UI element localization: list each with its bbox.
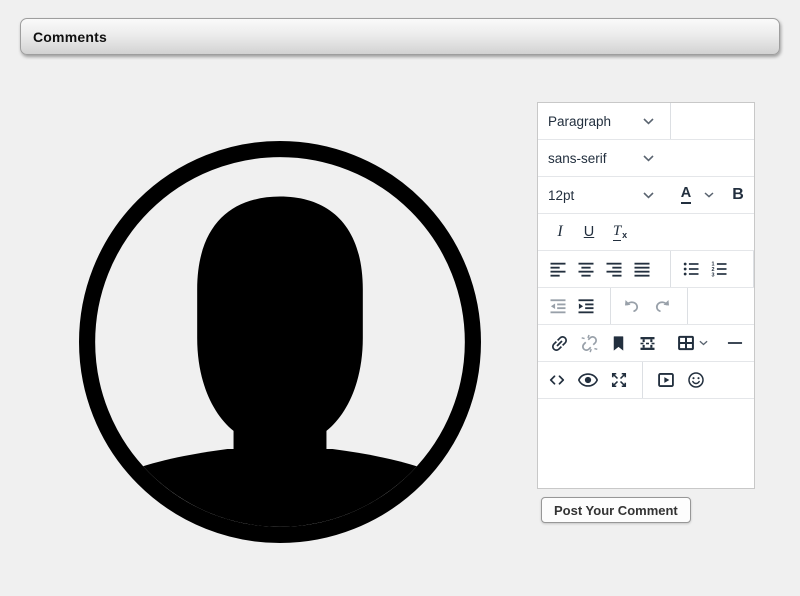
numbered-list-icon: 123	[709, 259, 729, 279]
numbered-list-button[interactable]: 123	[705, 252, 733, 286]
redo-icon	[652, 296, 672, 316]
media-icon	[656, 370, 676, 390]
unlink-icon	[579, 333, 600, 354]
toolbar-divider	[753, 251, 754, 287]
size-select-value: 12pt	[548, 188, 574, 203]
comments-header: Comments	[20, 18, 780, 55]
code-icon	[547, 370, 567, 390]
italic-label: I	[557, 223, 562, 241]
format-select[interactable]: Paragraph	[538, 104, 664, 138]
clear-formatting-sub-label: x	[622, 230, 627, 240]
svg-text:3: 3	[712, 273, 715, 279]
align-left-button[interactable]	[544, 252, 572, 286]
indent-icon	[576, 296, 596, 316]
user-avatar-icon	[78, 140, 482, 544]
toolbar-divider	[642, 362, 643, 398]
chevron-down-icon	[699, 340, 708, 346]
undo-button[interactable]	[617, 289, 647, 323]
font-select-value: sans-serif	[548, 151, 607, 166]
align-left-icon	[548, 259, 568, 279]
undo-icon	[622, 296, 642, 316]
toolbar-row-indent	[538, 288, 754, 325]
link-button[interactable]	[544, 326, 574, 360]
toolbar-row-font: sans-serif	[538, 140, 754, 177]
align-center-button[interactable]	[572, 252, 600, 286]
bold-label: B	[732, 186, 744, 204]
toolbar-row-size: 12pt A B	[538, 177, 754, 214]
user-avatar	[78, 140, 482, 544]
chevron-down-icon	[643, 192, 654, 199]
bullet-list-icon	[681, 259, 701, 279]
page-title: Comments	[33, 29, 107, 45]
page-break-button[interactable]	[632, 326, 662, 360]
chevron-down-icon	[643, 155, 654, 162]
forecolor-label: A	[681, 186, 691, 204]
toolbar-row-insert	[538, 325, 754, 362]
fullscreen-button[interactable]	[604, 363, 634, 397]
bookmark-button[interactable]	[604, 326, 632, 360]
emoji-button[interactable]	[681, 363, 711, 397]
format-select-value: Paragraph	[548, 114, 611, 129]
chevron-down-icon	[643, 118, 654, 125]
toolbar-divider	[610, 288, 611, 324]
link-icon	[549, 333, 570, 354]
align-right-icon	[604, 259, 624, 279]
bold-button[interactable]: B	[724, 178, 752, 212]
align-justify-button[interactable]	[628, 252, 656, 286]
table-icon	[676, 333, 696, 353]
align-right-button[interactable]	[600, 252, 628, 286]
toolbar-row-view	[538, 362, 754, 399]
preview-icon	[577, 369, 599, 391]
underline-button[interactable]: U	[574, 215, 604, 249]
horizontal-rule-button[interactable]	[720, 326, 750, 360]
align-center-icon	[576, 259, 596, 279]
toolbar-divider	[687, 288, 688, 324]
table-button[interactable]	[670, 326, 714, 360]
outdent-icon	[548, 296, 568, 316]
code-button[interactable]	[542, 363, 572, 397]
forecolor-button[interactable]: A	[672, 178, 700, 212]
indent-button[interactable]	[572, 289, 600, 323]
italic-button[interactable]: I	[546, 215, 574, 249]
outdent-button[interactable]	[544, 289, 572, 323]
chevron-down-icon	[704, 192, 714, 198]
fullscreen-icon	[609, 370, 629, 390]
size-select[interactable]: 12pt	[538, 178, 664, 212]
bullet-list-button[interactable]	[677, 252, 705, 286]
align-justify-icon	[632, 259, 652, 279]
toolbar-row-format: Paragraph	[538, 103, 754, 140]
font-select[interactable]: sans-serif	[538, 141, 664, 175]
preview-button[interactable]	[572, 363, 604, 397]
emoji-icon	[686, 370, 706, 390]
media-button[interactable]	[651, 363, 681, 397]
underline-label: U	[584, 224, 594, 240]
clear-formatting-button[interactable]: Tx	[604, 215, 636, 249]
editor-text-area[interactable]	[538, 399, 754, 488]
toolbar-row-align: 123	[538, 251, 754, 288]
forecolor-menu-button[interactable]	[700, 178, 718, 212]
toolbar-divider	[670, 103, 671, 139]
bookmark-icon	[609, 334, 628, 353]
toolbar-row-emphasis: I U Tx	[538, 214, 754, 251]
comments-page: Comments Paragraph sans-serif	[0, 0, 800, 596]
clear-formatting-label: T	[613, 224, 621, 241]
post-comment-button[interactable]: Post Your Comment	[541, 497, 691, 523]
unlink-button[interactable]	[574, 326, 604, 360]
comment-editor: Paragraph sans-serif 12pt A	[537, 102, 755, 489]
redo-button[interactable]	[647, 289, 677, 323]
page-break-icon	[637, 333, 658, 354]
toolbar-divider	[670, 251, 671, 287]
horizontal-rule-icon	[725, 333, 745, 353]
